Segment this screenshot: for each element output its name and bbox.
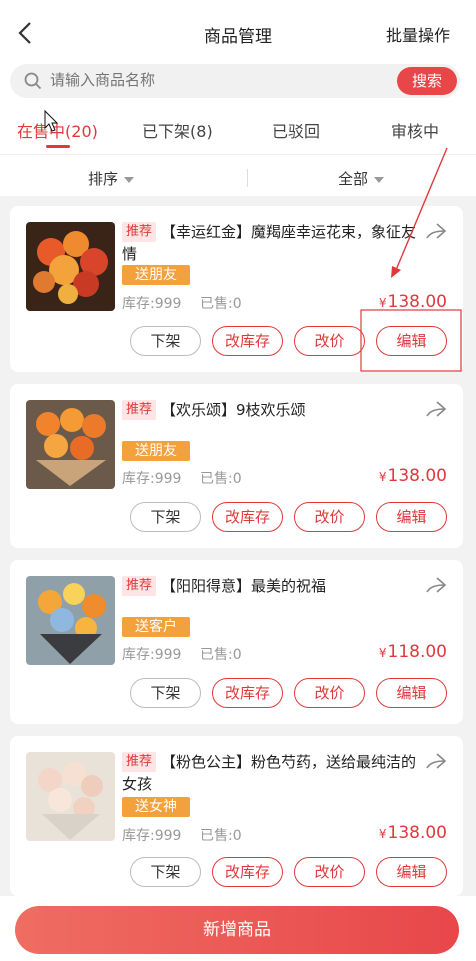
batch-operation-button[interactable]: 批量操作: [386, 22, 450, 46]
tab-delisted[interactable]: 已下架(8): [142, 118, 213, 142]
product-image[interactable]: [26, 400, 115, 489]
edit-button[interactable]: 编辑: [376, 326, 447, 356]
edit-price-button[interactable]: 改价: [294, 326, 365, 356]
stock-count: 库存:999: [122, 296, 182, 312]
search-input[interactable]: [50, 64, 350, 98]
edit-stock-button[interactable]: 改库存: [212, 326, 283, 356]
edit-price-button[interactable]: 改价: [294, 502, 365, 532]
price: ¥118.00: [379, 642, 447, 662]
search-button[interactable]: 搜索: [397, 67, 457, 95]
search-area: 搜索: [0, 64, 476, 112]
edit-stock-button[interactable]: 改库存: [212, 857, 283, 887]
sort-dropdown[interactable]: 排序: [88, 168, 135, 189]
edit-button[interactable]: 编辑: [376, 502, 447, 532]
edit-button[interactable]: 编辑: [376, 857, 447, 887]
product-name: 【粉色公主】粉色芍药，送给最纯洁的女孩: [122, 753, 417, 793]
price-value: 118.00: [387, 642, 447, 662]
delist-button[interactable]: 下架: [130, 678, 201, 708]
sold-count: 已售:0: [200, 296, 242, 312]
sold-count: 已售:0: [200, 828, 242, 844]
share-icon[interactable]: [425, 576, 447, 594]
product-card[interactable]: 推荐 【粉色公主】粉色芍药，送给最纯洁的女孩 送女神 库存:999 已售:0 ¥…: [10, 736, 463, 896]
tab-delisted-label: 已下架: [142, 122, 191, 141]
filter-bar: 排序 全部: [0, 154, 476, 196]
tab-under-review[interactable]: 审核中: [391, 118, 439, 142]
price: ¥138.00: [379, 823, 447, 843]
share-icon[interactable]: [425, 400, 447, 418]
tab-delisted-count: (8): [190, 122, 213, 141]
delist-button[interactable]: 下架: [130, 857, 201, 887]
product-image[interactable]: [26, 222, 115, 311]
price-value: 138.00: [387, 823, 447, 843]
tab-rejected[interactable]: 已驳回: [272, 118, 320, 142]
price: ¥138.00: [379, 292, 447, 312]
active-tab-indicator: [46, 145, 70, 148]
edit-button[interactable]: 编辑: [376, 678, 447, 708]
sold-count: 已售:0: [200, 647, 242, 663]
occasion-tag: 送女神: [122, 797, 190, 817]
add-product-button[interactable]: 新增商品: [15, 906, 459, 954]
tab-on-sale[interactable]: 在售中(20): [17, 118, 98, 142]
edit-price-button[interactable]: 改价: [294, 678, 365, 708]
delist-button[interactable]: 下架: [130, 326, 201, 356]
top-bar: 商品管理 批量操作: [0, 0, 476, 64]
search-bar: 搜索: [10, 64, 460, 98]
price: ¥138.00: [379, 466, 447, 486]
scope-label: 全部: [338, 170, 369, 188]
occasion-tag: 送客户: [122, 617, 190, 637]
caret-down-icon: [374, 176, 385, 183]
occasion-tag: 送朋友: [122, 265, 190, 285]
edit-stock-button[interactable]: 改库存: [212, 678, 283, 708]
occasion-tag: 送朋友: [122, 441, 190, 461]
status-tabs: 在售中(20) 已下架(8) 已驳回 审核中: [0, 112, 476, 154]
price-value: 138.00: [387, 466, 447, 486]
share-icon[interactable]: [425, 222, 447, 240]
tab-rejected-label: 已驳回: [272, 122, 321, 141]
tab-under-review-label: 审核中: [391, 122, 440, 141]
product-card[interactable]: 推荐 【幸运红金】魔羯座幸运花束，象征友情 送朋友 库存:999 已售:0 ¥1…: [10, 206, 463, 372]
currency-symbol: ¥: [378, 827, 387, 841]
stock-count: 库存:999: [122, 828, 182, 844]
stock-count: 库存:999: [122, 647, 182, 663]
filter-divider: [247, 169, 248, 187]
price-value: 138.00: [387, 292, 447, 312]
share-icon[interactable]: [425, 752, 447, 770]
currency-symbol: ¥: [378, 470, 387, 484]
product-image[interactable]: [26, 576, 115, 665]
product-card[interactable]: 推荐 【欢乐颂】9枝欢乐颂 送朋友 库存:999 已售:0 ¥138.00 下架…: [10, 384, 463, 548]
scope-dropdown[interactable]: 全部: [338, 168, 385, 189]
sort-label: 排序: [88, 170, 119, 188]
tab-on-sale-label: 在售中: [17, 122, 66, 141]
bottom-bar: 新增商品: [0, 896, 476, 961]
product-card[interactable]: 推荐 【阳阳得意】最美的祝福 送客户 库存:999 已售:0 ¥118.00 下…: [10, 560, 463, 724]
product-name: 【阳阳得意】最美的祝福: [161, 577, 327, 595]
currency-symbol: ¥: [378, 296, 387, 310]
tab-on-sale-count: (20): [65, 122, 98, 141]
product-image[interactable]: [26, 752, 115, 841]
edit-stock-button[interactable]: 改库存: [212, 502, 283, 532]
caret-down-icon: [124, 176, 135, 183]
search-icon: [24, 72, 42, 90]
delist-button[interactable]: 下架: [130, 502, 201, 532]
edit-price-button[interactable]: 改价: [294, 857, 365, 887]
product-name: 【幸运红金】魔羯座幸运花束，象征友情: [122, 223, 417, 263]
stock-count: 库存:999: [122, 471, 182, 487]
product-name: 【欢乐颂】9枝欢乐颂: [161, 401, 306, 419]
sold-count: 已售:0: [200, 471, 242, 487]
currency-symbol: ¥: [378, 646, 387, 660]
